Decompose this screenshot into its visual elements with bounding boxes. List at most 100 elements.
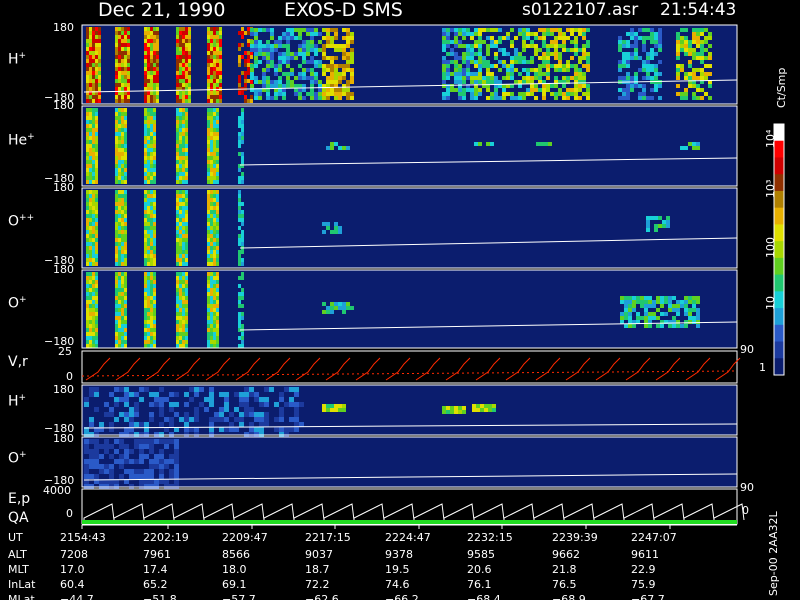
spectrogram-cell <box>179 336 182 340</box>
spectrogram-cell <box>692 84 696 88</box>
spectrogram-cell <box>302 76 306 80</box>
spectrogram-cell <box>660 304 664 308</box>
spectrogram-cell <box>92 168 95 172</box>
spectrogram-cell <box>306 52 310 56</box>
spectrogram-cell <box>680 68 684 72</box>
spectrogram-cell <box>544 142 548 146</box>
spectrogram-cell <box>692 92 696 96</box>
spectrogram-cell <box>179 202 182 206</box>
spectrogram-cell <box>684 72 688 76</box>
spectrogram-cell <box>676 44 680 48</box>
spectrogram-cell <box>150 152 153 156</box>
spectrogram-cell <box>118 320 121 324</box>
spectrogram-cell <box>554 40 558 44</box>
spectrogram-cell <box>207 202 210 206</box>
spectrogram-cell <box>466 44 470 48</box>
spectrogram-cell <box>115 226 118 230</box>
spectrogram-cell <box>121 180 124 184</box>
spectrogram-cell <box>330 60 334 64</box>
spectrogram-cell <box>185 218 188 222</box>
spectrogram-cell <box>92 198 95 202</box>
spectrogram-cell <box>89 51 92 55</box>
spectrogram-cell <box>454 64 458 68</box>
spectrogram-cell <box>179 226 182 230</box>
spectrogram-cell <box>207 95 210 99</box>
spectrogram-cell <box>188 43 191 47</box>
spectrogram-cell <box>474 32 478 36</box>
spectrogram-cell <box>250 72 254 76</box>
spectrogram-cell <box>278 76 282 80</box>
spectrogram-cell <box>213 336 216 340</box>
spectrogram-cell <box>95 262 98 266</box>
panel-label-h-plus: H+ <box>8 51 27 68</box>
spectrogram-cell <box>89 43 92 47</box>
spectrogram-cell <box>127 35 130 39</box>
spectrogram-cell <box>259 397 264 402</box>
spectrogram-cell <box>210 288 213 292</box>
spectrogram-cell <box>289 387 294 392</box>
spectrogram-cell <box>648 312 652 316</box>
spectrogram-cell <box>144 99 147 103</box>
spectrogram-cell <box>624 300 628 304</box>
spectrogram-cell <box>118 43 121 47</box>
spectrogram-cell <box>185 67 188 71</box>
spectrogram-cell <box>216 168 219 172</box>
spectrogram-cell <box>234 392 239 397</box>
spectrogram-cell <box>510 68 514 72</box>
spectrogram-cell <box>622 56 626 60</box>
orbit-cell: 20.6 <box>467 563 492 576</box>
spectrogram-cell <box>486 28 490 32</box>
orbit-cell: −44.7 <box>60 593 94 600</box>
spectrogram-cell <box>118 340 121 344</box>
spectrogram-cell <box>210 31 213 35</box>
spectrogram-cell <box>207 79 210 83</box>
spectrogram-cell <box>144 284 147 288</box>
spectrogram-cell <box>692 36 696 40</box>
spectrogram-cell <box>213 292 216 296</box>
spectrogram-cell <box>342 36 346 40</box>
spectrogram-cell <box>286 72 290 76</box>
spectrogram-cell <box>207 332 210 336</box>
spectrogram-cell <box>179 296 182 300</box>
spectrogram-cell <box>286 52 290 56</box>
spectrogram-cell <box>176 292 179 296</box>
spectrogram-cell <box>350 48 354 52</box>
spectrogram-cell <box>150 116 153 120</box>
spectrogram-cell <box>688 44 692 48</box>
spectrogram-cell <box>490 40 494 44</box>
spectrogram-cell <box>446 36 450 40</box>
spectrogram-cell <box>124 304 127 308</box>
spectrogram-cell <box>322 404 326 408</box>
spectrogram-cell <box>182 316 185 320</box>
spectrogram-cell <box>213 99 216 103</box>
spectrogram-cell <box>115 63 118 67</box>
spectrogram-cell <box>194 407 199 412</box>
spectrogram-cell <box>119 474 124 479</box>
spectrogram-cell <box>89 474 94 479</box>
spectrogram-cell <box>241 234 244 238</box>
spectrogram-cell <box>207 288 210 292</box>
spectrogram-cell <box>89 300 92 304</box>
spectrogram-cell <box>290 56 294 60</box>
spectrogram-cell <box>534 72 538 76</box>
spectrogram-cell <box>185 83 188 87</box>
spectrogram-cell <box>124 180 127 184</box>
spectrogram-cell <box>302 28 306 32</box>
spectrogram-cell <box>708 44 712 48</box>
spectrogram-cell <box>95 39 98 43</box>
spectrogram-cell <box>124 172 127 176</box>
spectrogram-cell <box>124 300 127 304</box>
spectrogram-cell <box>89 218 92 222</box>
spectrogram-cell <box>216 83 219 87</box>
spectrogram-cell <box>144 75 147 79</box>
spectrogram-cell <box>680 304 684 308</box>
spectrogram-cell <box>95 71 98 75</box>
spectrogram-cell <box>213 63 216 67</box>
spectrogram-cell <box>92 63 95 67</box>
spectrogram-cell <box>144 160 147 164</box>
spectrogram-cell <box>642 88 646 92</box>
spectrogram-cell <box>213 132 216 136</box>
spectrogram-cell <box>144 47 147 51</box>
spectrogram-cell <box>290 72 294 76</box>
spectrogram-cell <box>147 288 150 292</box>
